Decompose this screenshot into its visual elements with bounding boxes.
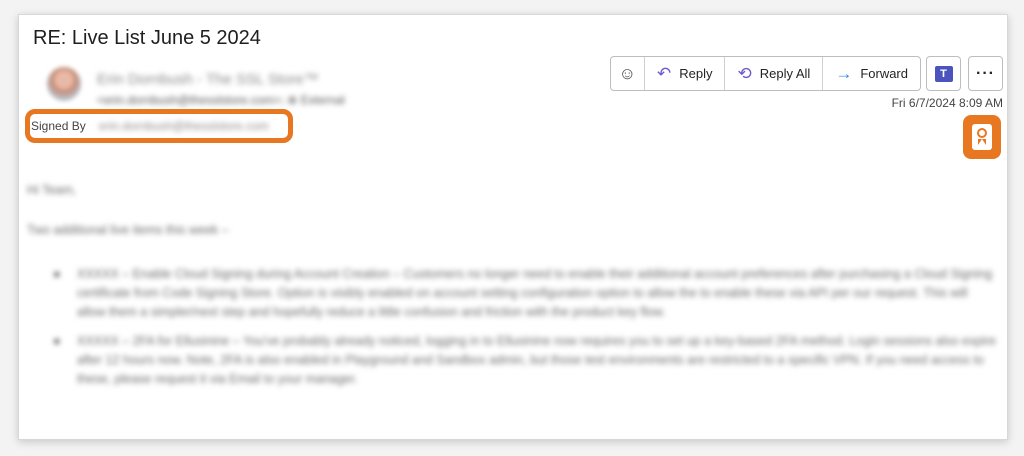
reply-label: Reply xyxy=(679,66,713,81)
received-date: Fri 6/7/2024 8:09 AM xyxy=(891,96,1003,110)
sender-avatar[interactable] xyxy=(47,67,81,101)
certificate-badge-button[interactable] xyxy=(963,115,1001,159)
body-bullet-list: XXXXX – Enable Cloud Signing during Acco… xyxy=(27,265,999,399)
more-actions-button[interactable]: ··· xyxy=(968,56,1003,91)
sender-name[interactable]: Erin Dornbush - The SSL Store™ xyxy=(97,71,319,88)
email-subject: RE: Live List June 5 2024 xyxy=(33,27,261,49)
body-intro: Two additional live items this week – xyxy=(27,223,229,237)
forward-button[interactable]: → Forward xyxy=(823,57,920,90)
reply-button[interactable]: ↶ Reply xyxy=(645,57,726,90)
list-item: XXXXX – 2FA for Ellusinine – You've prob… xyxy=(27,332,999,389)
ellipsis-icon: ··· xyxy=(976,64,995,82)
signed-by-highlight-box xyxy=(25,109,293,143)
sender-address: <erin.dornbush@thesslstore.com>; ⊕ Exter… xyxy=(97,93,345,107)
list-item: XXXXX – Enable Cloud Signing during Acco… xyxy=(27,265,999,322)
forward-arrow-icon: → xyxy=(835,64,853,83)
body-greeting: Hi Team, xyxy=(27,183,77,197)
message-actions-toolbar: ☺ ↶ Reply ⟲ Reply All → Forward xyxy=(609,56,921,91)
reply-all-label: Reply All xyxy=(759,66,811,81)
teams-share-button[interactable]: T xyxy=(926,56,961,91)
smiley-icon: ☺ xyxy=(618,64,636,83)
react-emoji-button[interactable]: ☺ xyxy=(611,57,645,90)
email-reading-pane: RE: Live List June 5 2024 Erin Dornbush … xyxy=(18,14,1008,440)
reply-all-arrow-icon: ⟲ xyxy=(737,64,752,83)
forward-label: Forward xyxy=(860,66,908,81)
reply-arrow-icon: ↶ xyxy=(656,64,672,83)
microsoft-teams-icon: T xyxy=(934,65,953,82)
certificate-ribbon-icon xyxy=(972,124,992,150)
reply-all-button[interactable]: ⟲ Reply All xyxy=(725,57,824,90)
